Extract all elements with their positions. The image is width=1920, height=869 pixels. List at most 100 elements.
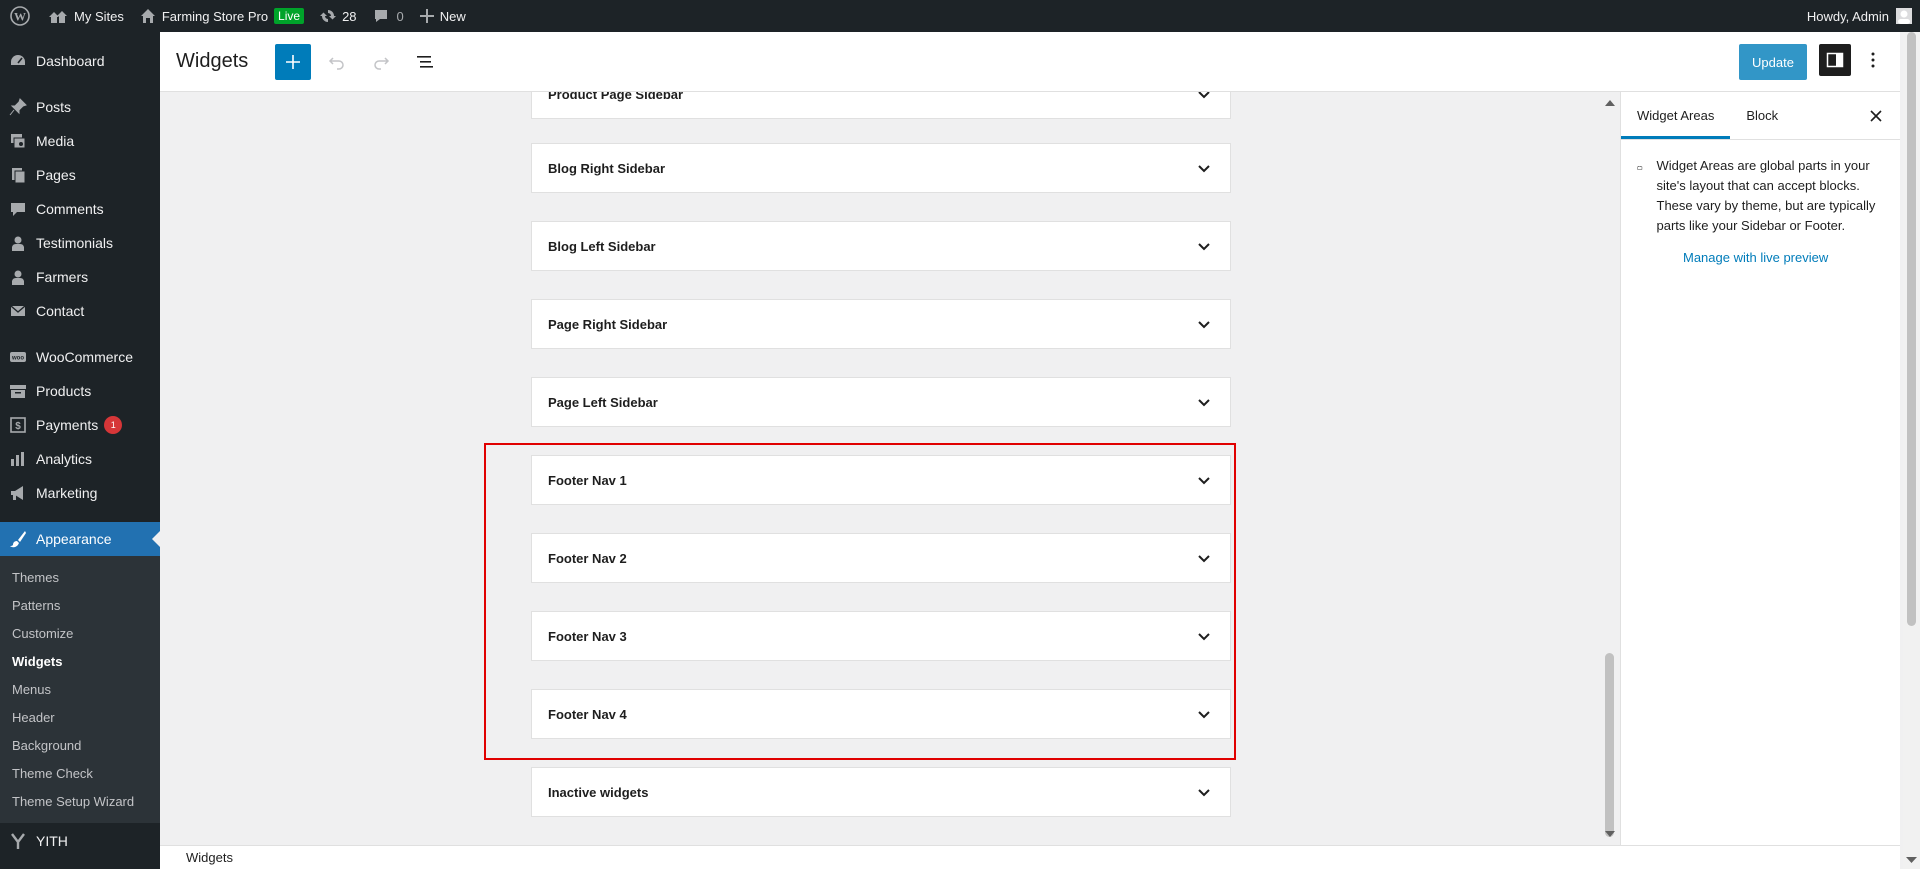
menu-analytics-label: Analytics — [36, 451, 93, 467]
more-vertical-icon — [1871, 52, 1875, 68]
scroll-up-arrow-icon[interactable] — [1602, 96, 1618, 110]
scroll-down-arrow-icon[interactable] — [1602, 827, 1618, 841]
pin-icon — [9, 98, 27, 116]
chevron-down-icon[interactable] — [1194, 237, 1214, 257]
bar-chart-icon — [9, 450, 27, 468]
widget-area-inactive-widgets[interactable]: Inactive widgets — [531, 767, 1231, 817]
widget-area-footer-nav-3[interactable]: Footer Nav 3 — [531, 611, 1231, 661]
tab-widget-areas[interactable]: Widget Areas — [1621, 91, 1730, 139]
live-badge: Live — [274, 8, 305, 24]
undo-button[interactable] — [319, 44, 355, 80]
canvas-scrollbar[interactable] — [1600, 92, 1616, 845]
menu-woocommerce-label: WooCommerce — [36, 349, 133, 365]
chevron-down-icon[interactable] — [1194, 549, 1214, 569]
submenu-themes[interactable]: Themes — [0, 563, 160, 591]
widget-area-title: Footer Nav 3 — [548, 628, 627, 644]
pages-icon — [9, 166, 27, 184]
redo-button[interactable] — [363, 44, 399, 80]
page-scrollbar-thumb[interactable] — [1907, 32, 1916, 626]
comments-menu[interactable]: 0 — [365, 0, 412, 32]
list-view-button[interactable] — [407, 44, 443, 80]
widget-areas-description: Widget Areas are global parts in your si… — [1656, 158, 1876, 233]
widget-area-title: Inactive widgets — [548, 784, 649, 800]
menu-marketing[interactable]: Marketing — [0, 476, 160, 510]
chevron-down-icon[interactable] — [1194, 627, 1214, 647]
menu-farmers[interactable]: Farmers — [0, 260, 160, 294]
my-sites-menu[interactable]: My Sites — [40, 0, 132, 32]
page-scrollbar[interactable] — [1903, 32, 1920, 869]
widget-area-title: Footer Nav 1 — [548, 472, 627, 488]
widget-area-footer-nav-1[interactable]: Footer Nav 1 — [531, 455, 1231, 505]
menu-appearance[interactable]: Appearance — [0, 522, 160, 556]
menu-analytics[interactable]: Analytics — [0, 442, 160, 476]
submenu-theme-check[interactable]: Theme Check — [0, 759, 160, 787]
widget-area-page-left-sidebar[interactable]: Page Left Sidebar — [531, 377, 1231, 427]
manage-live-preview-link[interactable]: Manage with live preview — [1683, 250, 1900, 265]
submenu-patterns[interactable]: Patterns — [0, 591, 160, 619]
comments-count: 0 — [396, 8, 404, 24]
menu-contact[interactable]: Contact — [0, 294, 160, 328]
add-block-button[interactable] — [275, 43, 312, 80]
chevron-down-icon[interactable] — [1194, 783, 1214, 803]
menu-products[interactable]: Products — [0, 374, 160, 408]
mail-icon — [9, 302, 27, 320]
page-title: Widgets — [176, 50, 249, 72]
widget-area-footer-nav-2[interactable]: Footer Nav 2 — [531, 533, 1231, 583]
menu-comments[interactable]: Comments — [0, 192, 160, 226]
admin-bar: W My Sites Farming Store Pro Live 28 0 N… — [0, 0, 1920, 32]
woocommerce-icon: woo — [9, 348, 27, 366]
widget-area-page-right-sidebar[interactable]: Page Right Sidebar — [531, 299, 1231, 349]
menu-posts[interactable]: Posts — [0, 90, 160, 124]
tab-block[interactable]: Block — [1730, 91, 1794, 139]
scroll-down-arrow-icon[interactable] — [1903, 853, 1920, 867]
update-button[interactable]: Update — [1739, 44, 1807, 80]
submenu-customize[interactable]: Customize — [0, 619, 160, 647]
widget-area-product-page-sidebar[interactable]: Product Page Sidebar — [531, 92, 1231, 119]
chevron-down-icon[interactable] — [1194, 159, 1214, 179]
menu-testimonials[interactable]: Testimonials — [0, 226, 160, 260]
menu-testimonials-label: Testimonials — [36, 235, 114, 251]
person-icon — [9, 268, 27, 286]
chevron-down-icon[interactable] — [1194, 315, 1214, 335]
submenu-header[interactable]: Header — [0, 703, 160, 731]
megaphone-icon — [9, 484, 27, 502]
settings-sidebar-toggle[interactable] — [1819, 44, 1851, 76]
undo-icon — [329, 56, 344, 70]
archive-box-icon — [9, 382, 27, 400]
chevron-down-icon[interactable] — [1194, 471, 1214, 491]
menu-payments-label: Payments — [36, 417, 99, 433]
menu-yith-label: YITH — [36, 833, 68, 849]
widget-area-blog-right-sidebar[interactable]: Blog Right Sidebar — [531, 143, 1231, 193]
menu-pages[interactable]: Pages — [0, 158, 160, 192]
menu-yith[interactable]: YITH — [0, 824, 160, 858]
site-name-menu[interactable]: Farming Store Pro Live — [132, 0, 312, 32]
widget-area-title: Page Left Sidebar — [548, 394, 658, 410]
breadcrumb[interactable]: Widgets — [186, 850, 233, 865]
menu-products-label: Products — [36, 383, 92, 399]
home-icon — [140, 9, 155, 23]
my-account-menu[interactable]: Howdy, Admin — [1799, 0, 1920, 32]
options-menu-button[interactable] — [1857, 44, 1889, 76]
updates-menu[interactable]: 28 — [312, 0, 364, 32]
widget-area-footer-nav-4[interactable]: Footer Nav 4 — [531, 689, 1231, 739]
menu-payments[interactable]: $ Payments 1 — [0, 408, 160, 442]
new-content-menu[interactable]: New — [412, 0, 474, 32]
menu-contact-label: Contact — [36, 303, 85, 319]
widget-area-blog-left-sidebar[interactable]: Blog Left Sidebar — [531, 221, 1231, 271]
submenu-theme-setup-wizard[interactable]: Theme Setup Wizard — [0, 787, 160, 815]
submenu-menus[interactable]: Menus — [0, 675, 160, 703]
chevron-down-icon[interactable] — [1194, 705, 1214, 725]
close-sidebar-button[interactable] — [1862, 102, 1890, 130]
menu-woocommerce[interactable]: woo WooCommerce — [0, 340, 160, 374]
submenu-background[interactable]: Background — [0, 731, 160, 759]
menu-media[interactable]: Media — [0, 124, 160, 158]
menu-dashboard[interactable]: Dashboard — [0, 44, 160, 78]
canvas-scrollbar-thumb[interactable] — [1605, 653, 1614, 837]
sidebar-tabs: Widget Areas Block — [1621, 92, 1900, 140]
wordpress-logo-icon[interactable]: W — [0, 0, 40, 32]
chevron-down-icon[interactable] — [1194, 92, 1214, 105]
updates-icon — [320, 10, 337, 22]
svg-text:W: W — [14, 10, 26, 24]
chevron-down-icon[interactable] — [1194, 393, 1214, 413]
submenu-widgets[interactable]: Widgets — [0, 647, 160, 675]
